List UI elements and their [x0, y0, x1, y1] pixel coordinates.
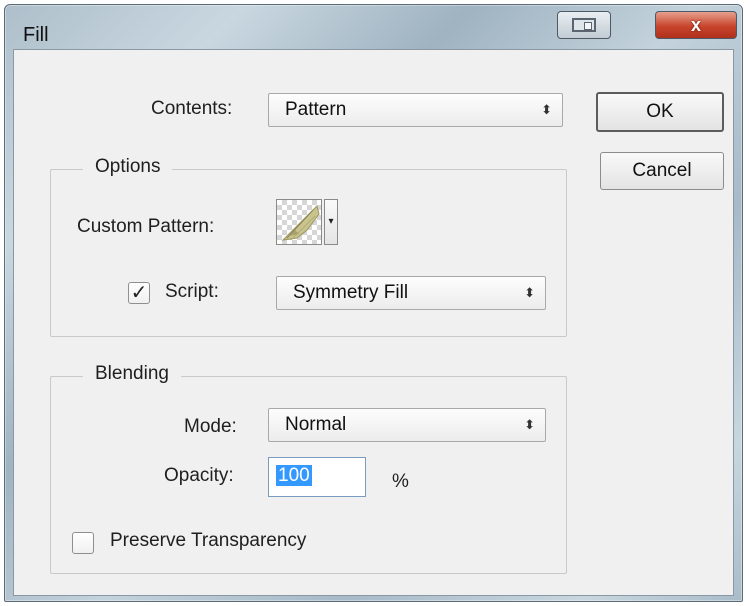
pattern-swatch[interactable]	[276, 199, 322, 245]
options-group: Options	[50, 156, 567, 337]
contents-label: Contents:	[151, 98, 233, 119]
script-checkbox[interactable]: ✓	[128, 282, 150, 304]
restore-icon	[572, 18, 596, 32]
custom-pattern-label: Custom Pattern:	[77, 216, 215, 237]
opacity-input[interactable]: 100	[268, 457, 366, 497]
script-label: Script:	[165, 281, 219, 302]
contents-select-value: Pattern	[285, 99, 347, 120]
select-arrows-icon: ⬍	[524, 285, 535, 300]
opacity-value: 100	[276, 465, 312, 486]
opacity-unit: %	[392, 471, 409, 492]
preserve-transparency-label: Preserve Transparency	[110, 530, 307, 551]
mode-select-value: Normal	[285, 414, 347, 435]
ok-button[interactable]: OK	[596, 92, 724, 132]
opacity-label: Opacity:	[164, 465, 234, 486]
script-select-value: Symmetry Fill	[293, 282, 409, 303]
select-arrows-icon: ⬍	[541, 102, 552, 117]
dialog-client-area: Contents: Pattern ⬍ OK Cancel Options Cu…	[13, 49, 734, 596]
cancel-button[interactable]: Cancel	[600, 152, 724, 190]
pattern-preview-icon	[281, 205, 320, 241]
checkmark-icon: ✓	[130, 282, 148, 304]
script-select[interactable]: Symmetry Fill ⬍	[276, 276, 546, 310]
mode-label: Mode:	[184, 416, 237, 437]
close-button[interactable]: x	[655, 11, 737, 39]
preserve-transparency-checkbox[interactable]	[72, 532, 94, 554]
options-group-title: Options	[83, 156, 173, 178]
restore-button[interactable]	[557, 11, 611, 39]
contents-select[interactable]: Pattern ⬍	[268, 93, 563, 127]
window-title: Fill	[23, 24, 49, 46]
fill-dialog-window: Fill x Contents: Pattern ⬍ OK Cancel Opt…	[4, 4, 743, 602]
blending-group-title: Blending	[83, 363, 181, 385]
chevron-down-icon: ▾	[328, 216, 334, 227]
select-arrows-icon: ⬍	[524, 417, 535, 432]
mode-select[interactable]: Normal ⬍	[268, 408, 546, 442]
pattern-picker-button[interactable]: ▾	[324, 199, 338, 245]
close-icon: x	[690, 14, 701, 35]
